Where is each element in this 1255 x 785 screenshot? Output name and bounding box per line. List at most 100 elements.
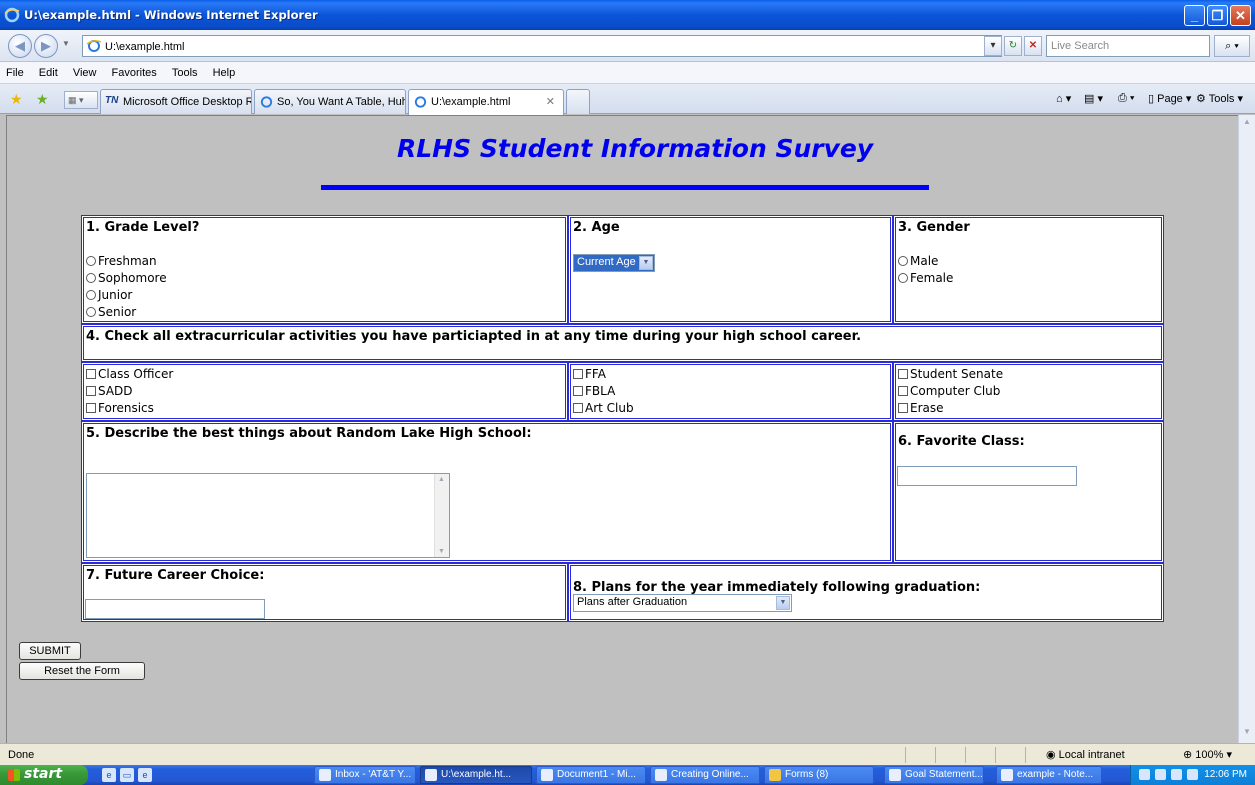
quick-launch-ie-icon[interactable]: e	[102, 768, 116, 782]
check-forensics[interactable]: Forensics	[86, 401, 154, 415]
clock[interactable]: 12:06 PM	[1204, 769, 1247, 780]
checkbox[interactable]	[898, 386, 908, 396]
radio-button[interactable]	[86, 290, 96, 300]
history-dropdown-icon[interactable]: ▼	[62, 39, 70, 48]
taskbar-item-goal-statement[interactable]: Goal Statement...	[884, 766, 984, 784]
checkbox[interactable]	[573, 403, 583, 413]
page-scrollbar[interactable]: ▲ ▼	[1238, 115, 1255, 743]
favorites-star-icon[interactable]: ★	[10, 91, 23, 108]
check-class-officer[interactable]: Class Officer	[86, 367, 173, 381]
menu-favorites[interactable]: Favorites	[106, 62, 163, 79]
check-art-club[interactable]: Art Club	[573, 401, 634, 415]
taskbar-item-creating-online[interactable]: Creating Online...	[650, 766, 760, 784]
home-icon[interactable]: ⌂ ▾	[1056, 92, 1071, 105]
tab-example-html[interactable]: U:\example.html ✕	[408, 89, 564, 115]
minimize-button[interactable]: _	[1184, 5, 1205, 26]
status-divider	[905, 747, 906, 763]
textarea-scrollbar[interactable]: ▲ ▼	[434, 474, 449, 557]
menu-file[interactable]: File	[0, 62, 30, 79]
plans-select[interactable]: Plans after Graduation ▼	[573, 594, 792, 612]
checkbox[interactable]	[86, 386, 96, 396]
radio-button[interactable]	[898, 273, 908, 283]
menu-view[interactable]: View	[67, 62, 103, 79]
security-icon[interactable]	[1187, 769, 1198, 780]
submit-button[interactable]: SUBMIT	[19, 642, 81, 660]
checkbox[interactable]	[86, 403, 96, 413]
check-erase[interactable]: Erase	[898, 401, 944, 415]
best-things-textarea[interactable]: ▲ ▼	[86, 473, 450, 558]
radio-button[interactable]	[898, 256, 908, 266]
refresh-icon[interactable]: ↻	[1004, 36, 1022, 56]
volume-icon[interactable]	[1171, 769, 1182, 780]
menu-edit[interactable]: Edit	[33, 62, 64, 79]
zoom-level[interactable]: ⊕ 100% ▾	[1183, 748, 1232, 761]
check-computer-club[interactable]: Computer Club	[898, 384, 1000, 398]
checkbox[interactable]	[573, 386, 583, 396]
tools-menu[interactable]: ⚙ Tools ▾	[1196, 92, 1243, 105]
security-zone[interactable]: ◉ Local intranet	[1046, 748, 1125, 761]
checkbox[interactable]	[898, 369, 908, 379]
chevron-down-icon[interactable]: ▼	[639, 256, 653, 270]
maximize-button[interactable]: ❐	[1207, 5, 1228, 26]
tab-close-icon[interactable]: ✕	[546, 95, 555, 108]
network-icon[interactable]	[1155, 769, 1166, 780]
tab-table-tutorial[interactable]: So, You Want A Table, Huh?	[254, 89, 406, 114]
age-select[interactable]: Current Age ▼	[573, 254, 655, 272]
checkbox[interactable]	[86, 369, 96, 379]
menu-tools[interactable]: Tools	[166, 62, 204, 79]
q4-label: 4. Check all extracurricular activities …	[86, 329, 862, 344]
scroll-down-icon[interactable]: ▼	[438, 548, 445, 555]
quick-launch-browser-icon[interactable]: e	[138, 768, 152, 782]
chevron-down-icon[interactable]: ▼	[776, 596, 790, 610]
check-ffa[interactable]: FFA	[573, 367, 606, 381]
taskbar-item-document1[interactable]: Document1 - Mi...	[536, 766, 646, 784]
quick-launch-desktop-icon[interactable]: ▭	[120, 768, 134, 782]
checkbox[interactable]	[573, 369, 583, 379]
page-menu[interactable]: ▯ Page ▾	[1148, 92, 1191, 105]
close-button[interactable]: ✕	[1230, 5, 1251, 26]
scroll-up-icon[interactable]: ▲	[438, 476, 445, 483]
radio-button[interactable]	[86, 307, 96, 317]
start-button[interactable]: start	[0, 765, 88, 785]
menu-help[interactable]: Help	[207, 62, 242, 79]
taskbar-item-inbox[interactable]: Inbox - 'AT&T Y...	[314, 766, 416, 784]
career-choice-input[interactable]	[85, 599, 265, 619]
address-dropdown-icon[interactable]: ▾	[984, 36, 1002, 56]
stop-icon[interactable]: ✕	[1024, 36, 1042, 56]
radio-senior[interactable]: Senior	[86, 305, 136, 319]
radio-freshman[interactable]: Freshman	[86, 254, 157, 268]
radio-button[interactable]	[86, 273, 96, 283]
taskbar-item-example[interactable]: U:\example.ht...	[420, 766, 532, 784]
activities-col3: Student Senate Computer Club Erase	[895, 364, 1162, 419]
folder-icon	[769, 769, 781, 781]
quick-tabs-icon[interactable]: ▦ ▾	[64, 91, 98, 109]
check-fbla[interactable]: FBLA	[573, 384, 615, 398]
favorite-class-input[interactable]	[897, 466, 1077, 486]
check-sadd[interactable]: SADD	[86, 384, 133, 398]
scroll-down-icon[interactable]: ▼	[1241, 727, 1253, 741]
new-tab-button[interactable]	[566, 89, 590, 114]
address-bar[interactable]: U:\example.html	[82, 35, 1002, 57]
window-title-bar[interactable]: U:\example.html - Windows Internet Explo…	[0, 0, 1255, 30]
tab-office-desktop[interactable]: TN Microsoft Office Desktop Res...	[100, 89, 252, 114]
feeds-icon[interactable]: ▤ ▾	[1084, 92, 1103, 105]
radio-sophomore[interactable]: Sophomore	[86, 271, 167, 285]
check-student-senate[interactable]: Student Senate	[898, 367, 1003, 381]
search-icon[interactable]: ⌕ ▾	[1214, 35, 1250, 57]
search-input[interactable]: Live Search	[1046, 35, 1210, 57]
word-icon	[541, 769, 553, 781]
back-arrow-icon[interactable]: ◀	[8, 34, 32, 58]
checkbox[interactable]	[898, 403, 908, 413]
scroll-up-icon[interactable]: ▲	[1241, 117, 1253, 131]
reset-button[interactable]: Reset the Form	[19, 662, 145, 680]
taskbar-item-notepad[interactable]: example - Note...	[996, 766, 1102, 784]
radio-junior[interactable]: Junior	[86, 288, 132, 302]
radio-female[interactable]: Female	[898, 271, 953, 285]
add-favorites-icon[interactable]: ★	[36, 91, 49, 108]
radio-male[interactable]: Male	[898, 254, 938, 268]
print-icon[interactable]: ⎙ ▾	[1118, 92, 1134, 105]
radio-button[interactable]	[86, 256, 96, 266]
help-icon[interactable]	[1139, 769, 1150, 780]
forward-arrow-icon[interactable]: ▶	[34, 34, 58, 58]
taskbar-item-forms[interactable]: Forms (8)	[764, 766, 874, 784]
